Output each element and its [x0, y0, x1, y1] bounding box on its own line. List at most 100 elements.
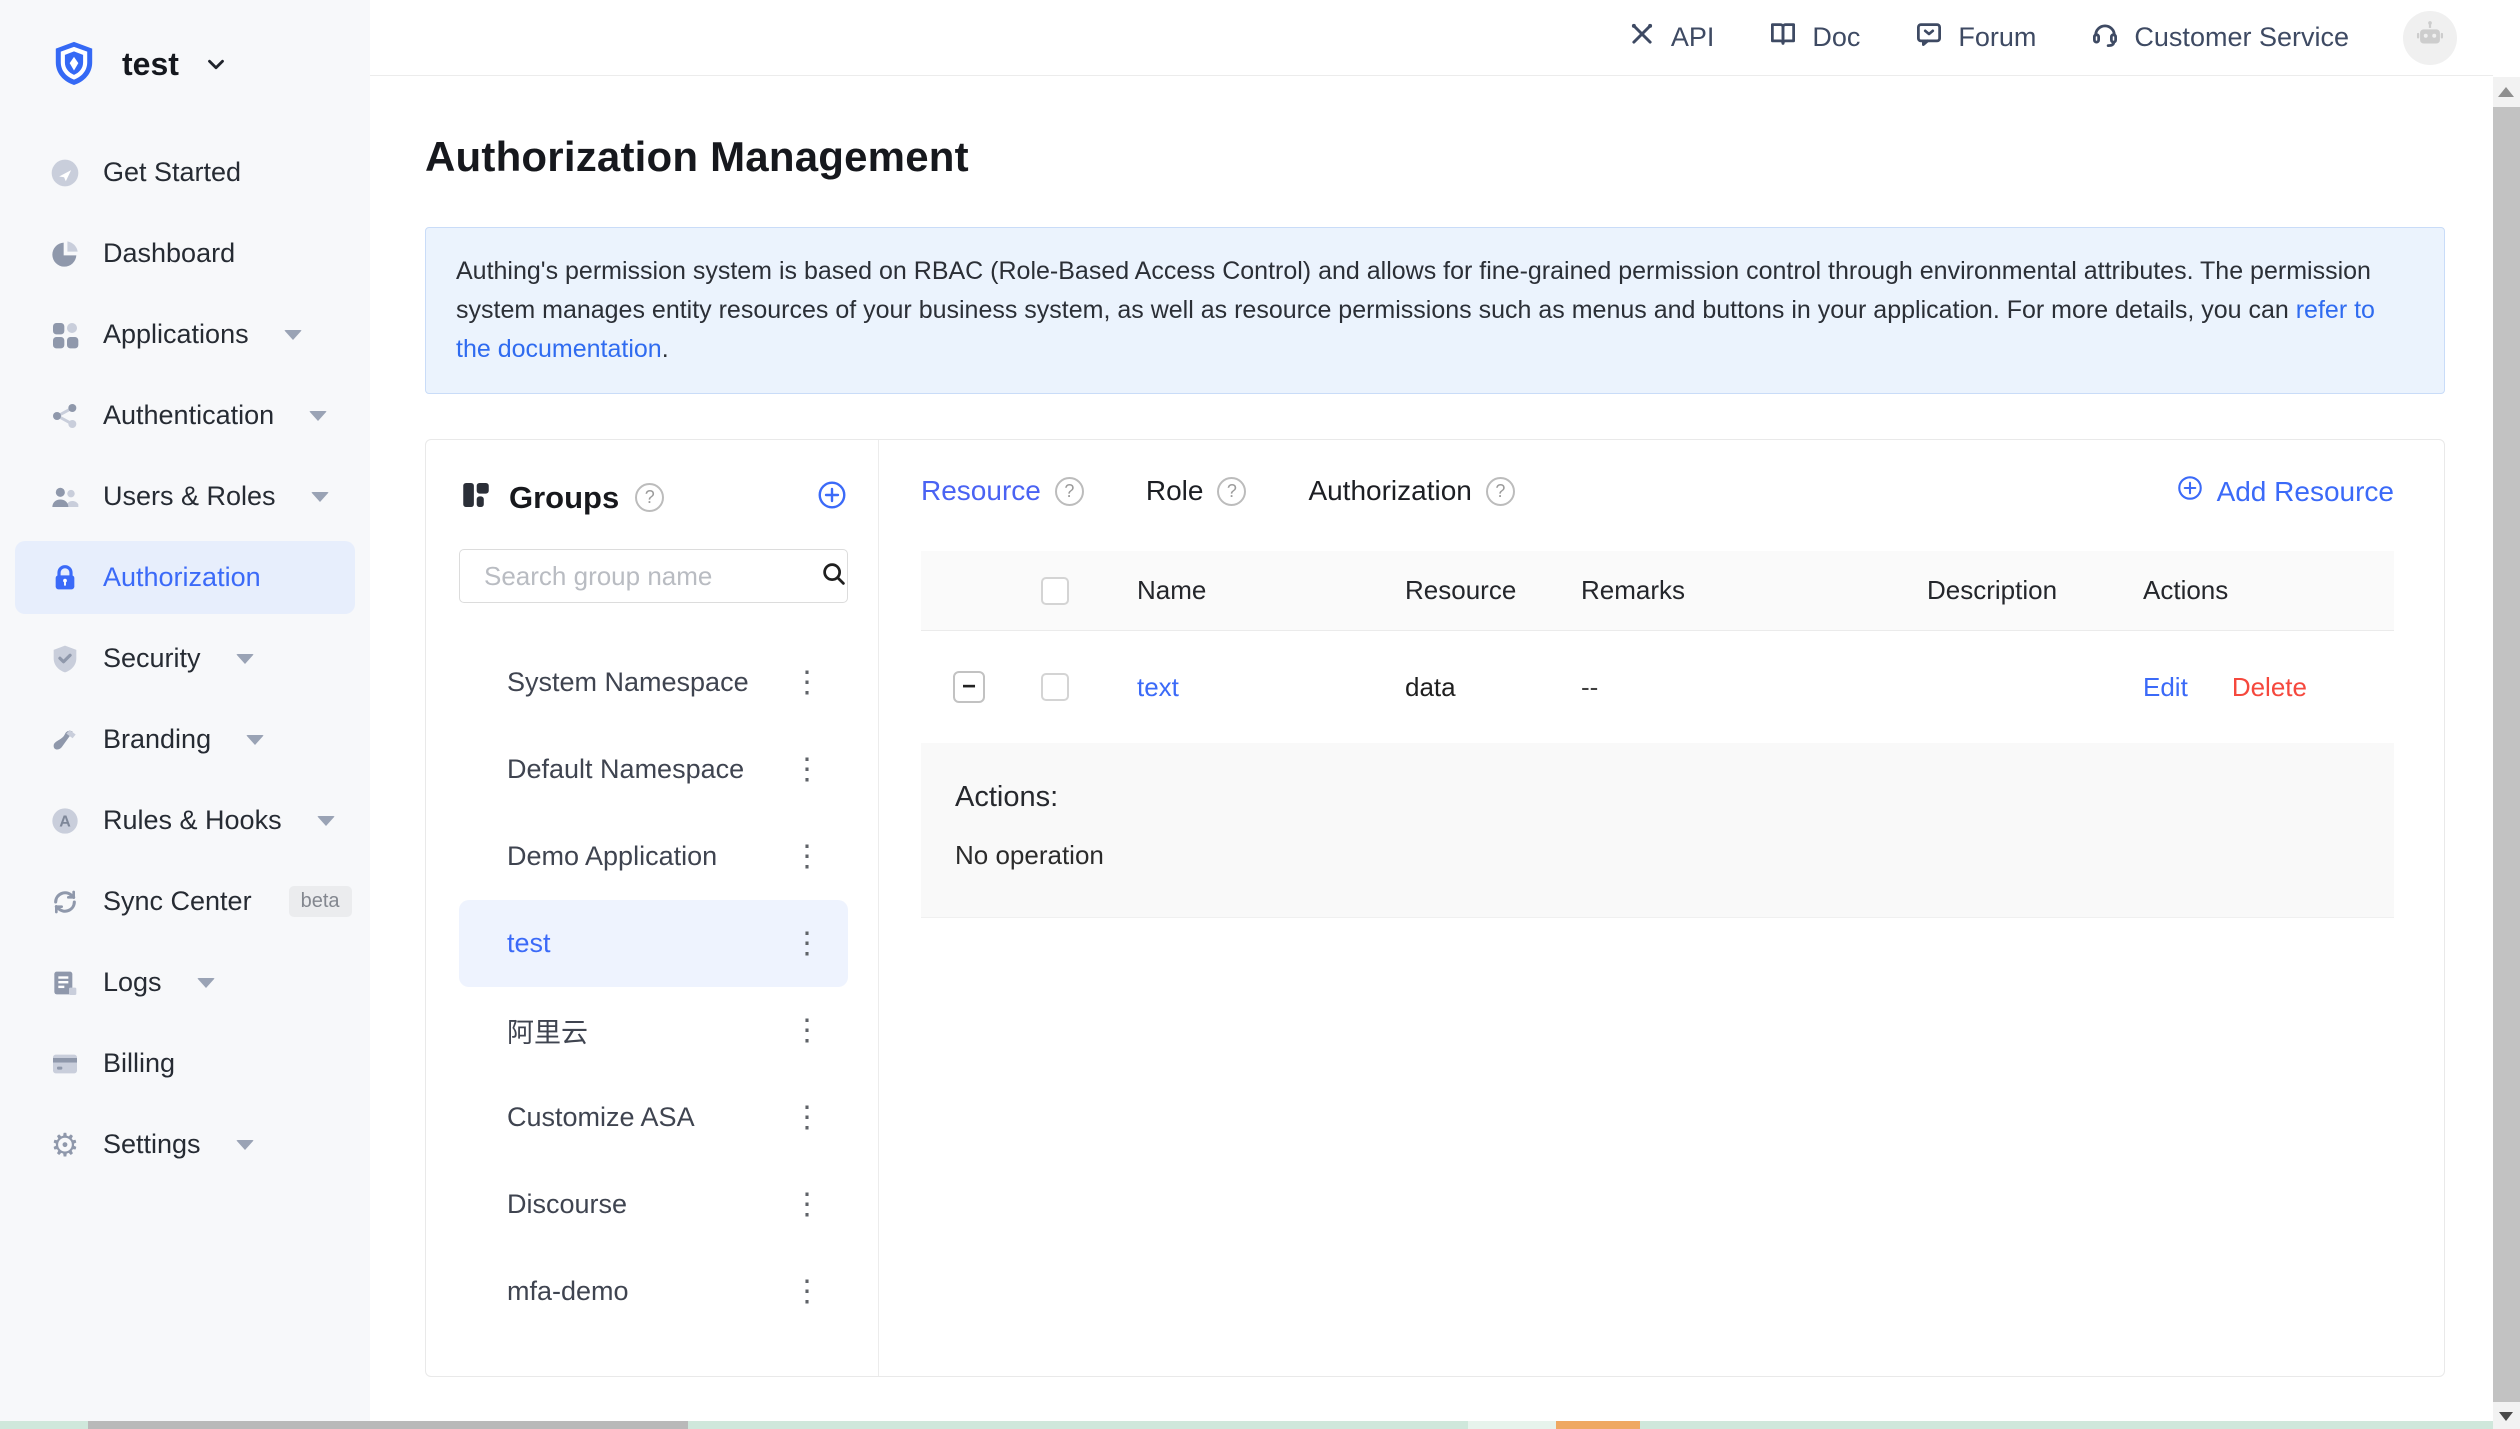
sidebar-item-authorization[interactable]: Authorization	[0, 537, 370, 618]
book-icon	[1768, 19, 1798, 56]
sidebar-item-applications[interactable]: Applications	[0, 294, 370, 375]
apps-grid-icon	[48, 318, 82, 352]
topnav-forum-label: Forum	[1958, 22, 2036, 53]
sidebar-item-authentication[interactable]: Authentication	[0, 375, 370, 456]
tab-resource[interactable]: Resource ?	[921, 475, 1084, 509]
resource-panel: Resource ? Role ? Authorization ?	[879, 440, 2444, 1376]
sidebar-item-billing[interactable]: Billing	[0, 1023, 370, 1104]
sidebar-item-label: Dashboard	[103, 238, 235, 269]
sidebar-item-users-roles[interactable]: Users & Roles	[0, 456, 370, 537]
row-checkbox[interactable]	[1041, 673, 1069, 701]
chevron-down-icon	[236, 654, 254, 664]
group-search[interactable]	[459, 549, 848, 603]
scroll-down-arrow-icon[interactable]	[2499, 1412, 2513, 1421]
group-item[interactable]: Discourse ⋮	[459, 1161, 848, 1248]
sidebar-item-rules-hooks[interactable]: A Rules & Hooks	[0, 780, 370, 861]
group-item[interactable]: Default Namespace ⋮	[459, 726, 848, 813]
assistant-avatar[interactable]	[2403, 11, 2457, 65]
groups-title: Groups	[509, 480, 619, 516]
sidebar-item-label: Applications	[103, 319, 249, 350]
sidebar-item-dashboard[interactable]: Dashboard	[0, 213, 370, 294]
sidebar-item-branding[interactable]: Branding	[0, 699, 370, 780]
group-item[interactable]: Customize ASA ⋮	[459, 1074, 848, 1161]
vertical-scrollbar[interactable]	[2493, 77, 2520, 1429]
add-resource-button[interactable]: Add Resource	[2176, 474, 2394, 509]
info-banner: Authing's permission system is based on …	[425, 227, 2445, 394]
topnav-api-label: API	[1671, 22, 1715, 53]
tab-authorization[interactable]: Authorization ?	[1308, 475, 1514, 509]
resource-table: Name Resource Remarks Description Action…	[921, 551, 2394, 918]
sidebar-item-logs[interactable]: Logs	[0, 942, 370, 1023]
authorization-help-icon[interactable]: ?	[1486, 477, 1515, 506]
column-header-resource: Resource	[1369, 575, 1545, 606]
headset-icon	[2090, 19, 2120, 56]
scroll-up-arrow-icon[interactable]	[2498, 87, 2514, 97]
sidebar-item-label: Rules & Hooks	[103, 805, 282, 836]
sidebar-item-label: Authentication	[103, 400, 274, 431]
pie-chart-icon	[48, 237, 82, 271]
collapse-row-button[interactable]: −	[953, 671, 985, 703]
group-item[interactable]: System Namespace ⋮	[459, 639, 848, 726]
kebab-menu-icon[interactable]: ⋮	[792, 1190, 822, 1220]
kebab-menu-icon[interactable]: ⋮	[792, 929, 822, 959]
sidebar-item-label: Get Started	[103, 157, 241, 188]
remarks-cell: --	[1545, 672, 1891, 703]
role-help-icon[interactable]: ?	[1217, 477, 1246, 506]
plus-circle-icon	[2176, 474, 2204, 509]
credit-card-icon	[48, 1047, 82, 1081]
groups-help-icon[interactable]: ?	[635, 483, 664, 512]
sidebar-item-label: Logs	[103, 967, 162, 998]
gear-icon: ⚙	[48, 1128, 82, 1162]
sidebar-item-get-started[interactable]: Get Started	[0, 132, 370, 213]
chevron-down-icon	[284, 330, 302, 340]
robot-icon	[2413, 18, 2447, 57]
add-group-button[interactable]	[816, 479, 848, 516]
table-row: − text data -- Edit Delete	[921, 631, 2394, 743]
group-item-selected[interactable]: test ⋮	[459, 900, 848, 987]
resource-name-link[interactable]: text	[1101, 672, 1369, 703]
kebab-menu-icon[interactable]: ⋮	[792, 1277, 822, 1307]
groups-panel: Groups ? System Namespace	[426, 440, 879, 1376]
kebab-menu-icon[interactable]: ⋮	[792, 842, 822, 872]
bottom-strip-orange-segment	[1556, 1421, 1640, 1429]
kebab-menu-icon[interactable]: ⋮	[792, 755, 822, 785]
kebab-menu-icon[interactable]: ⋮	[792, 1016, 822, 1046]
topnav-doc[interactable]: Doc	[1768, 19, 1860, 56]
edit-button[interactable]: Edit	[2143, 672, 2188, 703]
sidebar-item-settings[interactable]: ⚙ Settings	[0, 1104, 370, 1185]
kebab-menu-icon[interactable]: ⋮	[792, 1103, 822, 1133]
kebab-menu-icon[interactable]: ⋮	[792, 668, 822, 698]
group-search-input[interactable]	[484, 561, 819, 592]
workspace-switcher[interactable]: test	[0, 0, 370, 90]
topnav-api[interactable]: API	[1627, 19, 1715, 56]
lock-icon	[48, 561, 82, 595]
topbar: API Doc Forum Customer Service	[370, 0, 2493, 76]
group-item[interactable]: mfa-demo ⋮	[459, 1248, 848, 1335]
sidebar-item-label: Security	[103, 643, 201, 674]
select-all-checkbox[interactable]	[1041, 577, 1069, 605]
sidebar-item-security[interactable]: Security	[0, 618, 370, 699]
group-item[interactable]: Demo Application ⋮	[459, 813, 848, 900]
tab-role[interactable]: Role ?	[1146, 475, 1247, 509]
users-icon	[48, 480, 82, 514]
chevron-down-icon	[246, 735, 264, 745]
chevron-down-icon	[197, 978, 215, 988]
topnav-forum[interactable]: Forum	[1914, 19, 2036, 56]
horizontal-scrollbar-thumb[interactable]	[88, 1421, 688, 1429]
share-nodes-icon	[48, 399, 82, 433]
group-item[interactable]: 阿里云 ⋮	[459, 987, 848, 1074]
log-document-icon	[48, 966, 82, 1000]
column-header-remarks: Remarks	[1545, 575, 1891, 606]
vertical-scrollbar-thumb[interactable]	[2493, 107, 2520, 1402]
topnav-doc-label: Doc	[1812, 22, 1860, 53]
sidebar-item-label: Sync Center	[103, 886, 252, 917]
sync-icon	[48, 885, 82, 919]
resource-help-icon[interactable]: ?	[1055, 477, 1084, 506]
table-header: Name Resource Remarks Description Action…	[921, 551, 2394, 631]
sidebar-item-sync-center[interactable]: Sync Center beta	[0, 861, 370, 942]
topnav-customer-service[interactable]: Customer Service	[2090, 19, 2349, 56]
delete-button[interactable]: Delete	[2232, 672, 2307, 703]
chevron-down-icon	[203, 51, 229, 77]
expanded-actions-label: Actions:	[955, 781, 2394, 814]
search-icon[interactable]	[819, 559, 849, 594]
